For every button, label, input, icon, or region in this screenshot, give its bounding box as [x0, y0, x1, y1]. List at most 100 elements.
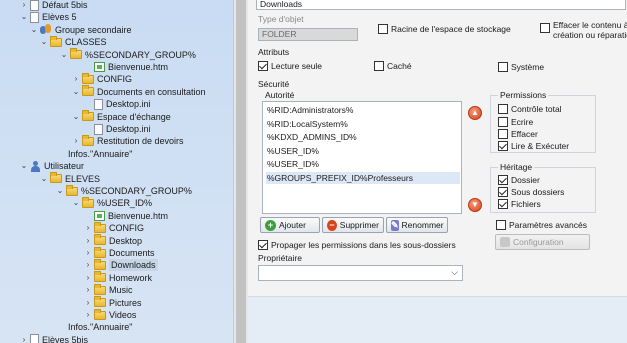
- chevron-right-icon[interactable]: ›: [72, 73, 80, 85]
- chevron-down-icon[interactable]: ⌄: [72, 197, 80, 209]
- tree-item[interactable]: ⌄ ELEVES: [40, 172, 100, 185]
- chevron-right-icon[interactable]: ›: [84, 235, 92, 247]
- chevron-right-icon[interactable]: ›: [72, 135, 80, 147]
- authority-list-item[interactable]: %RID:Administrators%: [266, 104, 460, 116]
- tree-item[interactable]: › Downloads: [84, 258, 158, 272]
- authority-list-item[interactable]: %RID:LocalSystem%: [266, 118, 460, 130]
- perm-delete-box[interactable]: [498, 129, 508, 139]
- chevron-right-icon[interactable]: ›: [84, 259, 92, 271]
- tree-item[interactable]: › Homework: [84, 271, 152, 284]
- tree-item-label: Documents: [109, 248, 155, 258]
- tree-item[interactable]: ⌄ Elèves 5: [20, 11, 77, 23]
- perm-full-box[interactable]: [498, 104, 508, 114]
- tree-item[interactable]: › CONFIG: [84, 221, 144, 234]
- tree-item[interactable]: › Pictures: [84, 296, 142, 309]
- perm-write-box[interactable]: [498, 117, 508, 127]
- add-button[interactable]: + Ajouter: [260, 217, 320, 233]
- chevron-down-icon[interactable]: ⌄: [56, 185, 64, 197]
- tree-item[interactable]: › Videos: [84, 308, 136, 321]
- chevron-down-icon[interactable]: ⌄: [72, 86, 80, 98]
- propagate-checkbox[interactable]: Propager les permissions dans les sous-d…: [258, 240, 456, 250]
- chevron-right-icon[interactable]: ›: [84, 309, 92, 321]
- propagate-box[interactable]: [258, 240, 268, 250]
- chevron-right-icon[interactable]: ›: [84, 247, 92, 259]
- tree-item[interactable]: › Restitution de devoirs: [72, 134, 184, 147]
- inh-subfolders-box[interactable]: [498, 187, 508, 197]
- hidden-box[interactable]: [374, 61, 384, 71]
- chevron-right-icon[interactable]: ›: [84, 284, 92, 296]
- hidden-checkbox[interactable]: Caché: [374, 61, 412, 71]
- inh-folder-checkbox[interactable]: Dossier: [498, 175, 540, 185]
- perm-full-checkbox[interactable]: Contrôle total: [498, 104, 562, 114]
- tree-item[interactable]: Desktop.ini: [84, 98, 151, 110]
- advanced-params-label: Paramètres avancés: [509, 220, 587, 230]
- tree-item[interactable]: › Desktop: [84, 234, 142, 247]
- authority-list-item[interactable]: %KDXD_ADMINS_ID%: [266, 131, 460, 143]
- tree-item[interactable]: ⌄ %SECONDARY_GROUP%: [60, 48, 196, 61]
- inh-files-box[interactable]: [498, 199, 508, 209]
- tree-item[interactable]: Infos."Annuaire": [44, 321, 132, 333]
- perm-write-checkbox[interactable]: Ecrire: [498, 117, 533, 127]
- chevron-down-icon[interactable]: ⌄: [60, 49, 68, 61]
- inh-subfolders-checkbox[interactable]: Sous dossiers: [498, 187, 564, 197]
- readonly-checkbox[interactable]: Lecture seule: [258, 61, 322, 71]
- perm-delete-checkbox[interactable]: Effacer: [498, 129, 538, 139]
- inh-folder-box[interactable]: [498, 175, 508, 185]
- tree-item[interactable]: › Documents: [84, 246, 155, 259]
- tree-item[interactable]: ⌄ Documents en consultation: [72, 85, 206, 98]
- advanced-params-checkbox[interactable]: Paramètres avancés: [496, 220, 587, 230]
- chevron-right-icon[interactable]: ›: [20, 334, 28, 343]
- system-box[interactable]: [498, 62, 508, 72]
- storage-root-checkbox[interactable]: Racine de l'espace de stockage: [378, 24, 511, 34]
- rename-button[interactable]: ✎ Renommer: [386, 217, 448, 233]
- tree-item[interactable]: ⌄ Espace d'échange: [72, 110, 171, 123]
- chevron-down-icon[interactable]: ⌄: [30, 24, 38, 36]
- tree-item[interactable]: ⌄ CLASSES: [40, 35, 107, 48]
- tree-item-label: CONFIG: [109, 223, 144, 234]
- remove-button[interactable]: − Supprimer: [322, 217, 384, 233]
- file-icon: [94, 123, 103, 135]
- chevron-right-icon[interactable]: ›: [84, 297, 92, 309]
- tree-item[interactable]: ⌄ %SECONDARY_GROUP%: [56, 184, 192, 197]
- storage-root-box[interactable]: [378, 24, 388, 34]
- system-checkbox[interactable]: Système: [498, 62, 544, 72]
- chevron-down-icon[interactable]: ⌄: [40, 173, 48, 185]
- clear-content-checkbox[interactable]: Effacer le contenu à création ou réparati…: [540, 20, 627, 40]
- authority-list-item[interactable]: %USER_ID%: [266, 158, 460, 170]
- perm-read-exec-checkbox[interactable]: Lire & Exécuter: [498, 141, 569, 151]
- chevron-down-icon[interactable]: ⌄: [20, 11, 28, 23]
- chevron-down-icon[interactable]: ⌄: [40, 36, 48, 48]
- readonly-box[interactable]: [258, 61, 268, 71]
- clear-content-box[interactable]: [540, 23, 550, 33]
- folder-icon: [50, 172, 62, 184]
- tree-item[interactable]: › Music: [84, 283, 133, 296]
- tree-item[interactable]: Bienvenue.htm: [84, 210, 168, 222]
- tree-item[interactable]: ⌄ Utilisateur: [20, 160, 84, 172]
- owner-select[interactable]: ⌵: [258, 265, 463, 281]
- tree-item[interactable]: › CONFIG: [72, 72, 132, 85]
- chevron-right-icon[interactable]: ›: [20, 0, 28, 11]
- authority-list-item[interactable]: %USER_ID%: [266, 145, 460, 157]
- advanced-params-box[interactable]: [496, 220, 506, 230]
- move-down-button[interactable]: ▼: [468, 198, 482, 212]
- chevron-right-icon[interactable]: ›: [84, 222, 92, 234]
- chevron-down-icon[interactable]: ⌄: [72, 111, 80, 123]
- perm-read-exec-box[interactable]: [498, 141, 508, 151]
- tree-item[interactable]: Bienvenue.htm: [84, 61, 168, 73]
- configuration-button[interactable]: Configuration: [495, 234, 590, 250]
- tree-item[interactable]: Infos."Annuaire": [44, 148, 132, 160]
- tree-item[interactable]: ⌄ Groupe secondaire: [30, 24, 132, 36]
- authority-list[interactable]: %RID:Administrators% %RID:LocalSystem% %KD…: [262, 101, 462, 214]
- chevron-down-icon[interactable]: ⌄: [20, 160, 28, 172]
- tree-item[interactable]: ⌄ %USER_ID%: [72, 196, 152, 209]
- tree-scrollbar[interactable]: [233, 0, 247, 343]
- tree-item[interactable]: › Défaut 5bis: [20, 0, 88, 11]
- tree-item[interactable]: Desktop.ini: [84, 123, 151, 135]
- tree-scrollbar-thumb[interactable]: [236, 0, 246, 343]
- tree-item[interactable]: › Elèves 5bis: [20, 334, 88, 343]
- authority-list-item[interactable]: %GROUPS_PREFIX_ID%Professeurs: [266, 171, 460, 184]
- inh-files-checkbox[interactable]: Fichiers: [498, 199, 541, 209]
- name-field[interactable]: Downloads: [256, 0, 626, 10]
- move-up-button[interactable]: ▲: [468, 106, 482, 120]
- chevron-right-icon[interactable]: ›: [84, 272, 92, 284]
